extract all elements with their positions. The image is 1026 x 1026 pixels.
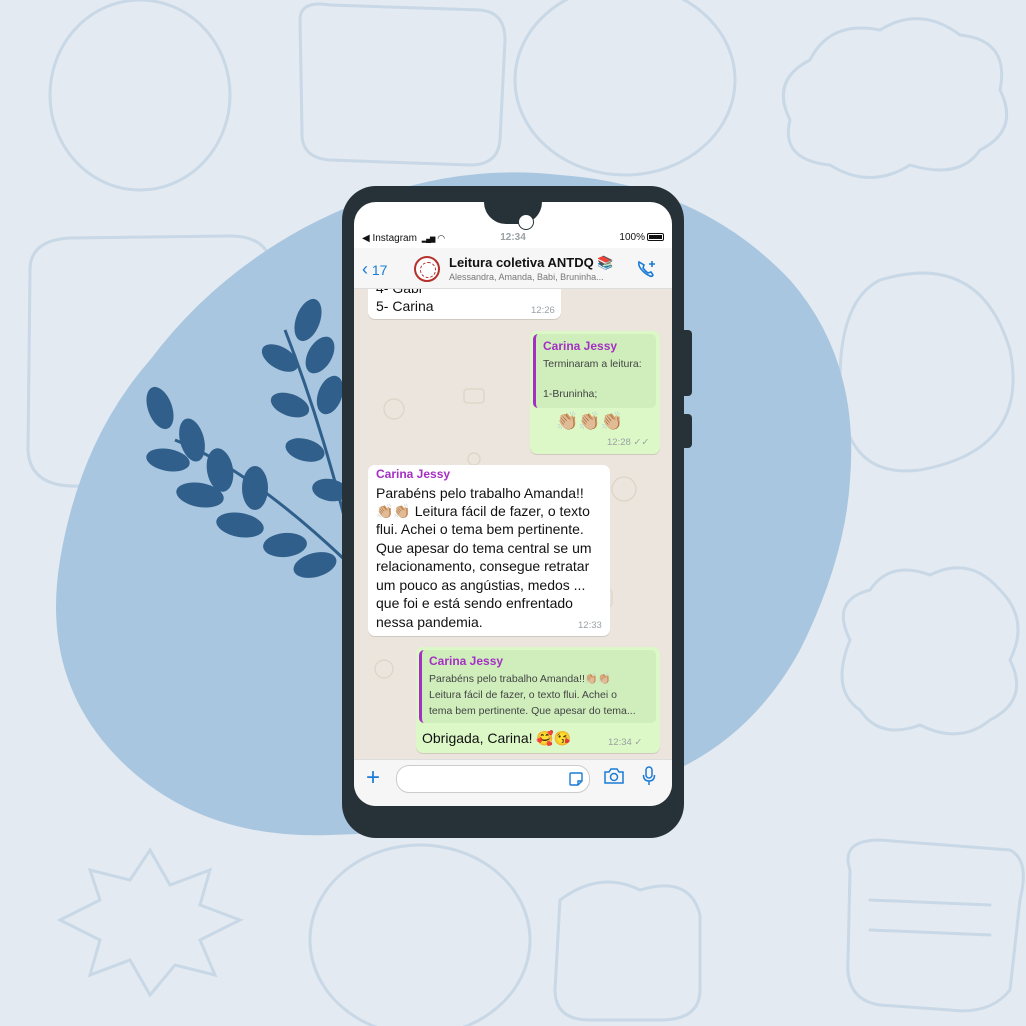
message-line: Que apesar do tema central se um — [376, 540, 592, 556]
message-line: relacionamento, consegue retratar — [376, 558, 590, 574]
message-line: nessa pandemia. — [376, 614, 483, 630]
message-incoming-congrats[interactable]: Carina Jessy Parabéns pelo trabalho Aman… — [368, 465, 610, 636]
message-body: Obrigada, Carina! 🥰😘 — [422, 730, 572, 746]
back-chevron-icon: ‹ — [362, 259, 368, 279]
phone-frame: ◀ Instagram ▂▄▆ ◠ 12:34 100% ‹ 17 Leitur… — [342, 186, 684, 838]
message-outgoing-thanks[interactable]: Carina Jessy Parabéns pelo trabalho Aman… — [416, 647, 660, 753]
quoted-text-line: tema bem pertinente. Que apesar do tema.… — [429, 705, 636, 717]
chat-messages-area[interactable]: 4- Gabi 5- Carina 12:26 Carina Jessy Ter… — [354, 289, 672, 759]
message-input[interactable] — [396, 765, 590, 793]
quoted-message[interactable]: Carina Jessy Parabéns pelo trabalho Aman… — [419, 650, 656, 723]
message-line: um pouco as angústias, medos ... — [376, 577, 586, 593]
plus-icon[interactable]: + — [366, 764, 380, 792]
chat-participants[interactable]: Alessandra, Amanda, Babi, Bruninha... — [449, 272, 634, 282]
quoted-sender: Carina Jessy — [429, 654, 504, 668]
quoted-text-line: Leitura fácil de fazer, o texto flui. Ac… — [429, 689, 617, 701]
group-avatar[interactable] — [414, 256, 440, 282]
status-bar: ◀ Instagram ▂▄▆ ◠ 12:34 100% — [354, 232, 672, 246]
quoted-text-line: Terminaram a leitura: — [543, 358, 642, 370]
quoted-text-line: 1-Bruninha; — [543, 388, 598, 400]
unread-count: 17 — [371, 262, 388, 278]
quoted-message[interactable]: Carina Jessy Terminaram a leitura: 1-Bru… — [533, 334, 656, 408]
quoted-text-line: Parabéns pelo trabalho Amanda!!👏🏼👏🏼 — [429, 673, 612, 685]
battery-percent: 100% — [619, 232, 645, 243]
chat-title[interactable]: Leitura coletiva ANTDQ 📚 — [449, 255, 614, 271]
message-emoji-body: 👏🏼👏🏼👏🏼 — [556, 411, 624, 431]
add-call-icon[interactable] — [636, 259, 658, 279]
back-button[interactable]: ‹ 17 — [362, 259, 387, 280]
quoted-sender: Carina Jessy — [543, 339, 618, 353]
message-line: que foi e está sendo enfrentado — [376, 595, 573, 611]
message-line: 👏🏼👏🏼 Leitura fácil de fazer, o texto — [376, 503, 590, 519]
message-time: 12:28 ✓✓ — [607, 437, 650, 448]
message-line: Parabéns pelo trabalho Amanda!! — [376, 485, 584, 501]
phone-side-button-small — [684, 414, 692, 448]
battery-indicator: 100% — [619, 232, 664, 243]
message-composer: + — [354, 759, 672, 806]
message-incoming-list[interactable]: 4- Gabi 5- Carina 12:26 — [368, 289, 561, 319]
battery-icon — [647, 233, 664, 242]
message-time: 12:26 — [531, 305, 555, 316]
camera-icon[interactable] — [603, 767, 625, 785]
message-time: 12:34 ✓ — [608, 737, 643, 748]
message-line: 5- Carina — [376, 298, 434, 314]
microphone-icon[interactable] — [642, 766, 656, 786]
phone-side-button — [684, 330, 692, 396]
message-sender: Carina Jessy — [376, 467, 451, 481]
message-line: flui. Achei o tema bem pertinente. — [376, 521, 584, 537]
phone-screen: ◀ Instagram ▂▄▆ ◠ 12:34 100% ‹ 17 Leitur… — [354, 202, 672, 806]
chat-header: ‹ 17 Leitura coletiva ANTDQ 📚 Alessandra… — [354, 248, 672, 289]
sticker-icon[interactable] — [568, 771, 584, 787]
message-time: 12:33 — [578, 620, 602, 631]
front-camera — [518, 214, 534, 230]
message-outgoing-claps[interactable]: Carina Jessy Terminaram a leitura: 1-Bru… — [530, 331, 660, 454]
